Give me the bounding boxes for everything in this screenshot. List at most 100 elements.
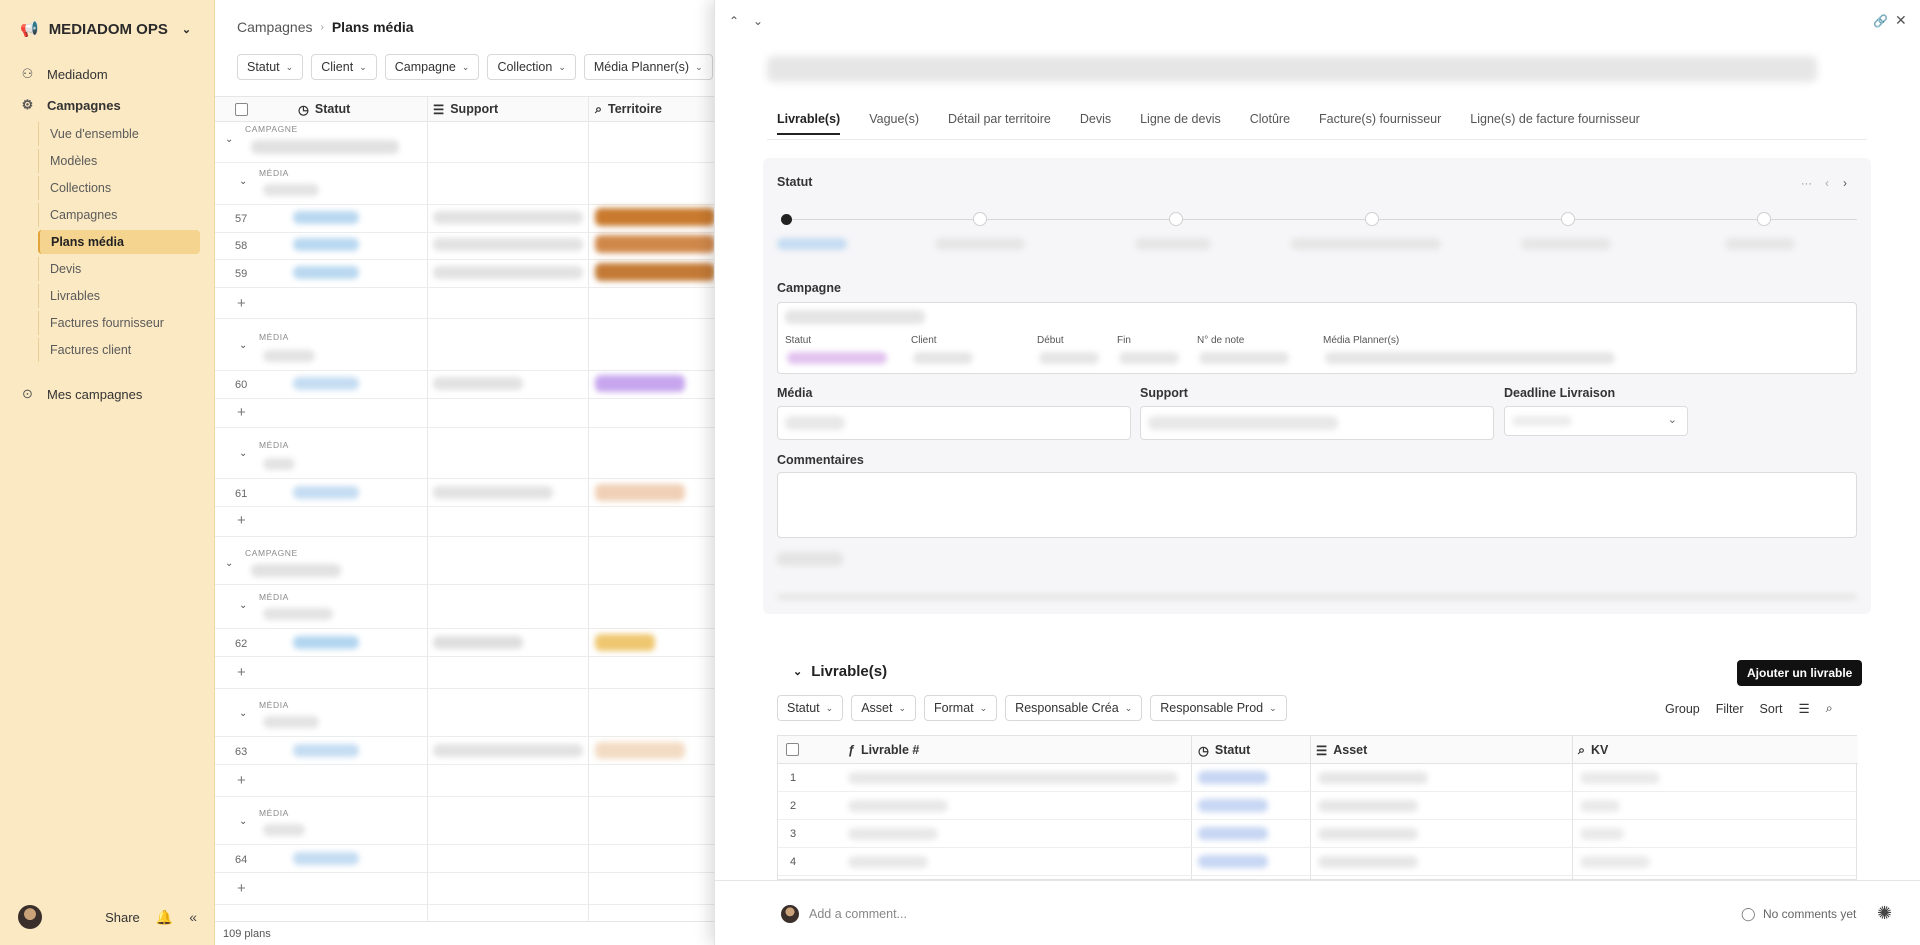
sub-item-livrables[interactable]: Livrables bbox=[38, 284, 200, 308]
row-height-icon[interactable]: ☰ bbox=[1798, 701, 1809, 716]
column-kv[interactable]: ⌕ KV bbox=[1578, 743, 1608, 758]
filter-campagne[interactable]: Campagne ⌄ bbox=[384, 54, 480, 80]
add-row-button[interactable]: + bbox=[237, 772, 246, 789]
filter-responsable-crea[interactable]: Responsable Créa ⌄ bbox=[1005, 695, 1143, 721]
field-value bbox=[787, 352, 887, 364]
livrable-filter-bar: Statut ⌄ Asset ⌄ Format ⌄ Responsable Créa ⌄… bbox=[777, 695, 1287, 721]
status-step[interactable] bbox=[1169, 212, 1183, 226]
nav-item-mediadom[interactable]: ⚇ Mediadom bbox=[20, 66, 108, 82]
column-territoire[interactable]: ⌕ Territoire bbox=[595, 102, 662, 117]
chevron-down-icon[interactable]: ⌄ bbox=[225, 558, 233, 569]
tab-factures-fournisseur[interactable]: Facture(s) fournisseur bbox=[1319, 112, 1441, 135]
status-step[interactable] bbox=[1757, 212, 1771, 226]
nav-item-mes-campagnes[interactable]: ⊙ Mes campagnes bbox=[20, 386, 142, 402]
close-icon[interactable]: ✕ bbox=[1895, 12, 1907, 29]
filter-format[interactable]: Format ⌄ bbox=[924, 695, 998, 721]
column-asset[interactable]: ☰ Asset bbox=[1316, 743, 1367, 758]
chevron-down-icon: ⌄ bbox=[1269, 702, 1277, 713]
tab-livrables[interactable]: Livrable(s) bbox=[777, 112, 841, 135]
tab-ligne-devis[interactable]: Ligne de devis bbox=[1140, 112, 1221, 135]
table-row[interactable]: 2 bbox=[778, 792, 1858, 820]
filter-client[interactable]: Client ⌄ bbox=[311, 54, 377, 80]
sub-item-factures-client[interactable]: Factures client bbox=[38, 338, 200, 362]
status-step[interactable] bbox=[1365, 212, 1379, 226]
sub-item-modeles[interactable]: Modèles bbox=[38, 149, 200, 173]
sub-item-plans-media[interactable]: Plans média bbox=[38, 230, 200, 254]
cell-value bbox=[848, 856, 928, 868]
bell-icon[interactable]: 🔔 bbox=[156, 909, 173, 926]
sub-item-vue-ensemble[interactable]: Vue d'ensemble bbox=[38, 122, 200, 146]
chevron-down-icon[interactable]: ⌄ bbox=[239, 448, 247, 459]
chevron-down-icon[interactable]: ⌄ bbox=[239, 600, 247, 611]
filter-statut[interactable]: Statut ⌄ bbox=[237, 54, 304, 80]
add-row-button[interactable]: + bbox=[237, 664, 246, 681]
chevron-down-icon[interactable]: ⌄ bbox=[239, 816, 247, 827]
column-label: Livrable # bbox=[860, 743, 920, 757]
status-step-current[interactable] bbox=[781, 214, 792, 225]
table-row[interactable]: 3 bbox=[778, 820, 1858, 848]
filter-media-planner[interactable]: Média Planner(s) ⌄ bbox=[583, 54, 713, 80]
breadcrumb-item[interactable]: Campagnes bbox=[237, 19, 313, 35]
chevron-left-icon[interactable]: ‹ bbox=[1825, 176, 1829, 190]
sort-button[interactable]: Sort bbox=[1760, 702, 1783, 716]
sub-item-devis[interactable]: Devis bbox=[38, 257, 200, 281]
tab-devis[interactable]: Devis bbox=[1080, 112, 1111, 135]
divider bbox=[215, 370, 715, 371]
filter-statut[interactable]: Statut ⌄ bbox=[777, 695, 844, 721]
divider bbox=[215, 162, 715, 163]
tab-detail-territoire[interactable]: Détail par territoire bbox=[948, 112, 1051, 135]
column-support[interactable]: ☰ Support bbox=[433, 102, 498, 117]
group-button[interactable]: Group bbox=[1665, 702, 1700, 716]
status-step[interactable] bbox=[973, 212, 987, 226]
blurred-value bbox=[263, 824, 305, 836]
cell-value bbox=[848, 828, 938, 840]
filter-collection[interactable]: Collection ⌄ bbox=[487, 54, 576, 80]
select-all-checkbox[interactable] bbox=[786, 743, 799, 756]
chevron-down-icon[interactable]: ⌄ bbox=[753, 14, 763, 28]
lookup-icon: ⌕ bbox=[1578, 743, 1586, 757]
chevron-down-icon[interactable]: ⌄ bbox=[225, 134, 233, 145]
livrables-section-header[interactable]: ⌄ Livrable(s) bbox=[793, 663, 887, 680]
table-row[interactable]: 4 bbox=[778, 848, 1858, 876]
avatar[interactable] bbox=[18, 905, 42, 929]
sub-item-collections[interactable]: Collections bbox=[38, 176, 200, 200]
chevron-down-icon: ⌄ bbox=[558, 61, 566, 72]
comment-input[interactable]: Add a comment... bbox=[809, 907, 907, 921]
filter-responsable-prod[interactable]: Responsable Prod ⌄ bbox=[1150, 695, 1287, 721]
sub-item-campagnes[interactable]: Campagnes bbox=[38, 203, 200, 227]
select-all-checkbox[interactable] bbox=[235, 102, 248, 116]
status-step[interactable] bbox=[1561, 212, 1575, 226]
add-row-button[interactable]: + bbox=[237, 880, 246, 897]
record-title bbox=[767, 56, 1817, 82]
commentaires-field[interactable] bbox=[777, 472, 1857, 538]
column-label: Statut bbox=[1214, 743, 1251, 757]
chevron-down-icon[interactable]: ⌄ bbox=[239, 708, 247, 719]
status-icon: ◷ bbox=[298, 102, 309, 117]
table-row[interactable]: 1 bbox=[778, 764, 1858, 792]
column-statut[interactable]: ◷ Statut bbox=[1198, 743, 1250, 758]
collapse-sidebar-icon[interactable]: « bbox=[189, 909, 197, 925]
add-row-button[interactable]: + bbox=[237, 512, 246, 529]
workspace-switcher[interactable]: 📢 MEDIADOM OPS ⌄ bbox=[20, 20, 191, 39]
link-icon[interactable]: 🔗 bbox=[1873, 14, 1888, 28]
sub-item-factures-fournisseur[interactable]: Factures fournisseur bbox=[38, 311, 200, 335]
tab-lignes-facture[interactable]: Ligne(s) de facture fournisseur bbox=[1470, 112, 1640, 135]
column-statut[interactable]: ◷ Statut bbox=[298, 102, 350, 117]
search-icon[interactable]: ⌕ bbox=[1826, 701, 1833, 716]
chevron-right-icon[interactable]: › bbox=[1843, 176, 1847, 190]
filter-button[interactable]: Filter bbox=[1716, 702, 1744, 716]
filter-asset[interactable]: Asset ⌄ bbox=[851, 695, 917, 721]
add-row-button[interactable]: + bbox=[237, 404, 246, 421]
chevron-down-icon[interactable]: ⌄ bbox=[239, 340, 247, 351]
add-livrable-button[interactable]: Ajouter un livrable bbox=[1737, 660, 1863, 686]
add-row-button[interactable]: + bbox=[237, 295, 246, 312]
column-livrable[interactable]: ƒ Livrable # bbox=[848, 743, 919, 757]
nav-item-campagnes[interactable]: ⚙ Campagnes bbox=[20, 97, 121, 113]
share-button[interactable]: Share bbox=[105, 910, 140, 925]
more-icon[interactable]: ··· bbox=[1801, 178, 1812, 190]
chevron-down-icon[interactable]: ⌄ bbox=[239, 176, 247, 187]
chevron-up-icon[interactable]: ⌃ bbox=[729, 14, 739, 28]
breadcrumb-current: Plans média bbox=[331, 19, 414, 35]
tab-cloture[interactable]: Clotûre bbox=[1250, 112, 1290, 135]
tab-vagues[interactable]: Vague(s) bbox=[869, 112, 919, 135]
